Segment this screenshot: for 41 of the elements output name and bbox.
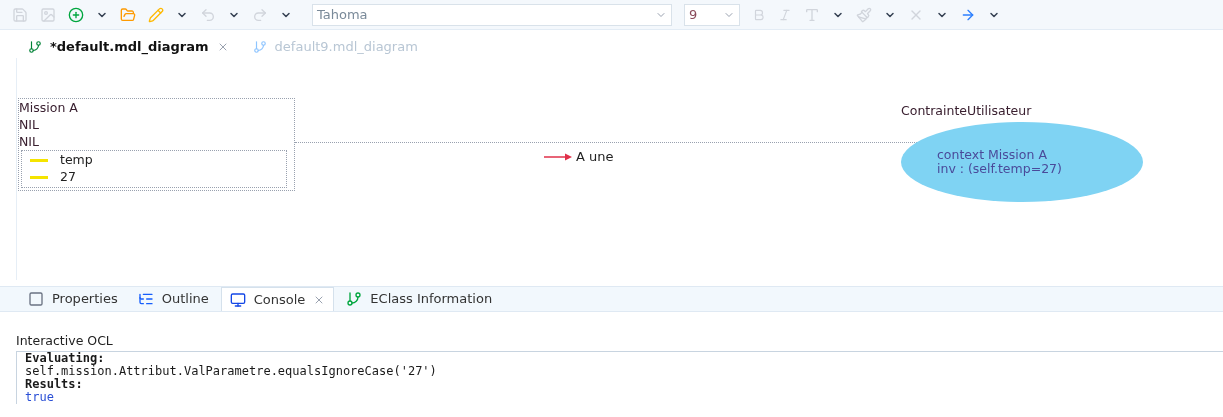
arrow-icon (544, 152, 572, 161)
attribute-icon (30, 176, 48, 179)
view-tab[interactable]: Console (220, 287, 335, 311)
undo-icon[interactable] (200, 6, 216, 23)
class-node[interactable]: Mission A NIL NIL temp 27 (18, 98, 295, 191)
console-line: Results: (25, 377, 83, 391)
image-icon[interactable] (40, 6, 56, 23)
console-line: self.mission.Attribut.ValParametre.equalsIgnoreCase('27') (25, 364, 437, 378)
list-tree-icon (137, 291, 154, 307)
bold-icon[interactable] (752, 7, 766, 22)
redo-icon[interactable] (252, 6, 268, 23)
brush-icon[interactable] (856, 6, 872, 23)
editor-tab[interactable]: *default.mdl_diagram (24, 36, 233, 58)
font-name-field[interactable]: Tahoma (312, 3, 672, 26)
console-title: Interactive OCL (16, 332, 114, 350)
add-icon[interactable] (68, 6, 84, 23)
save-icon[interactable] (12, 6, 28, 23)
attribute-icon (30, 159, 48, 162)
attribute-label: 27 (60, 168, 76, 187)
constraint-ellipse[interactable]: context Mission A inv : (self.temp=27) (901, 122, 1143, 202)
constraint-text: context Mission A (937, 148, 1048, 162)
console-line: Evaluating: (25, 351, 105, 365)
class-name: Mission A (19, 99, 79, 116)
font-size-field[interactable]: 9 (684, 3, 740, 26)
italic-icon[interactable] (778, 7, 792, 22)
view-tab[interactable]: Outline (129, 287, 217, 311)
monitor-icon (229, 291, 246, 308)
constraint-name: ContrainteUtilisateur (901, 102, 1032, 120)
class-line: NIL (19, 133, 40, 150)
panel-icon (28, 291, 44, 307)
view-tab[interactable]: Properties (20, 287, 126, 311)
font-color-icon[interactable] (804, 6, 820, 23)
class-line: NIL (19, 116, 40, 133)
branch-icon (346, 291, 363, 307)
pencil-icon[interactable] (148, 6, 164, 23)
association-label: A une (576, 148, 614, 166)
attribute-label: temp (60, 151, 93, 170)
console-line: true (25, 390, 54, 404)
constraint-text: inv : (self.temp=27) (937, 162, 1063, 176)
view-tab[interactable]: EClass Information (338, 287, 501, 311)
folder-icon[interactable] (120, 6, 136, 23)
